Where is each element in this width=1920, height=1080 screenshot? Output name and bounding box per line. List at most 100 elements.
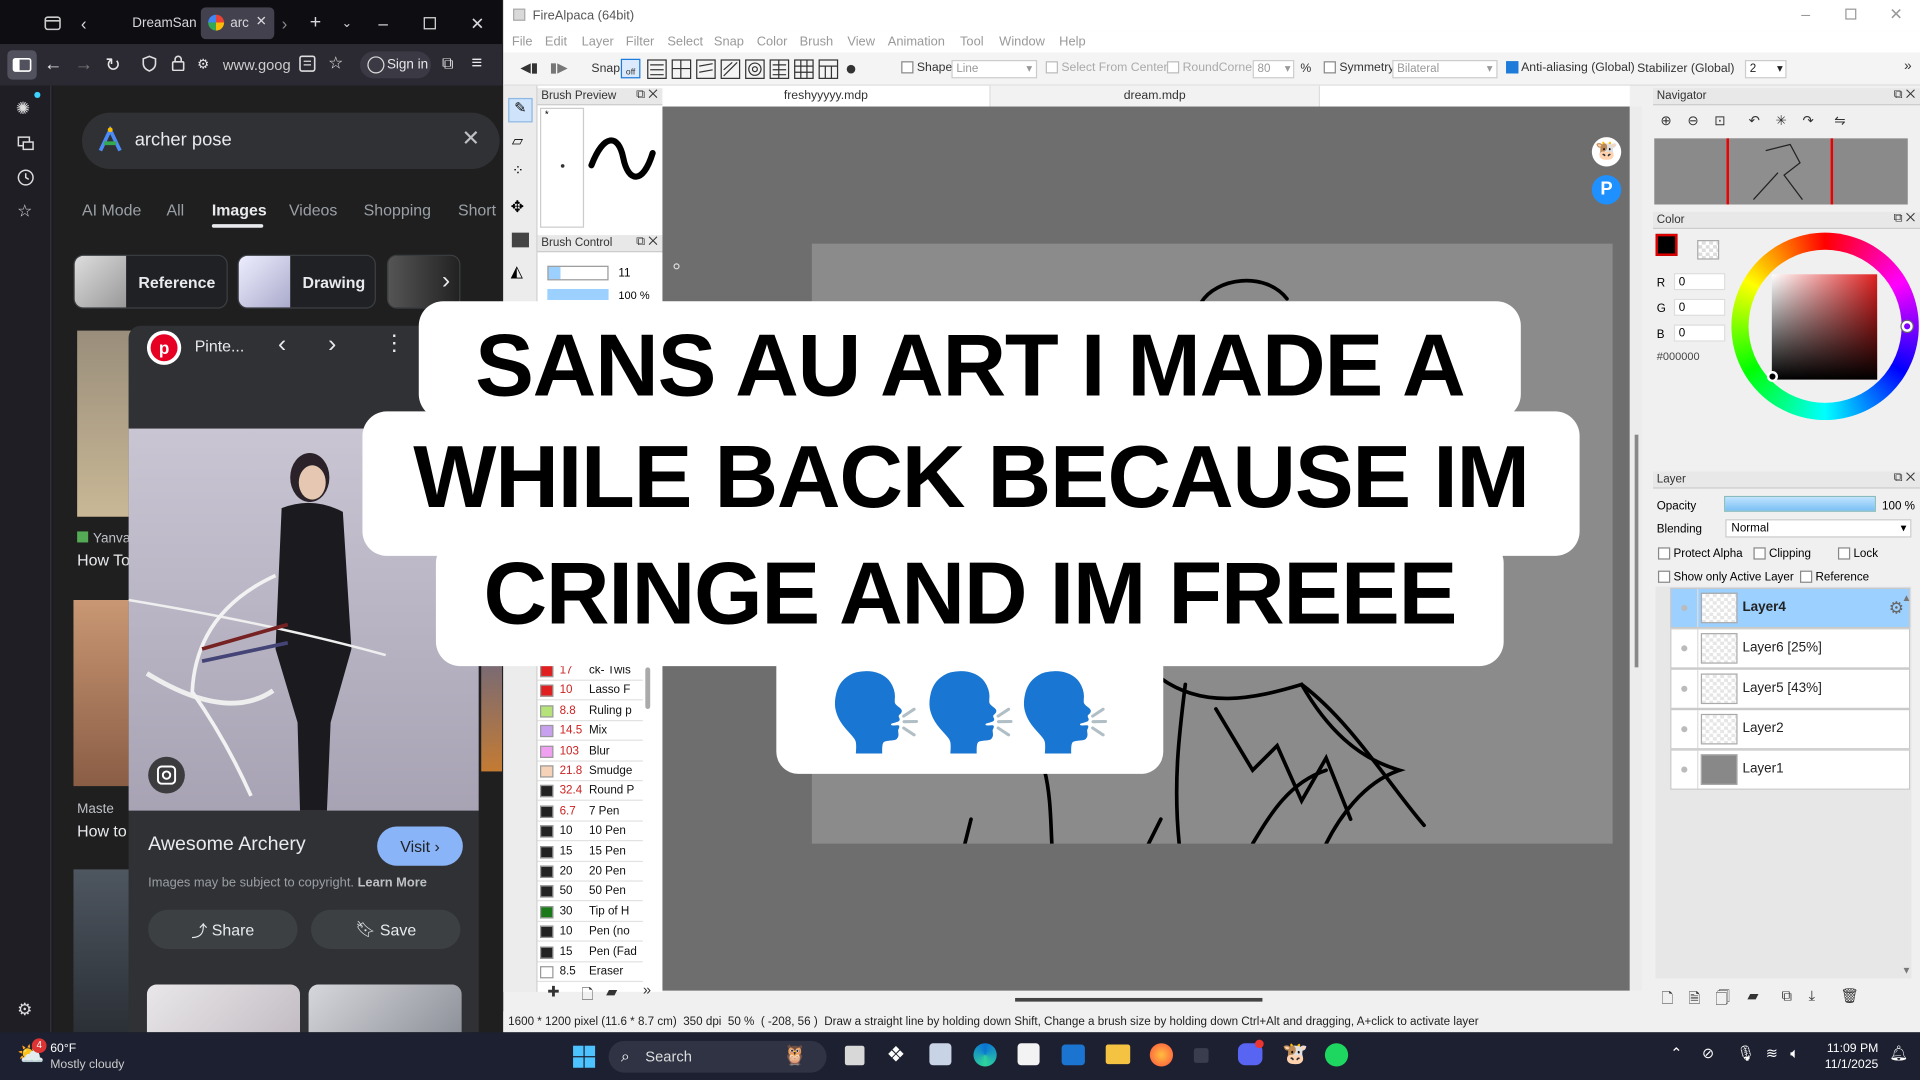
undo-icon[interactable]: ◀▮ — [520, 60, 538, 76]
doc-tab-freshyyyyy[interactable]: freshyyyyy.mdp — [662, 86, 989, 107]
menu-edit[interactable]: Edit — [545, 34, 567, 49]
merge-down-icon[interactable]: ⤓ — [1809, 987, 1816, 1005]
reload-icon[interactable]: ↻ — [105, 54, 120, 76]
snap-off-icon[interactable]: off — [620, 58, 641, 79]
menu-snap[interactable]: Snap — [714, 34, 744, 49]
brush-item[interactable]: 15 15 Pen — [537, 842, 643, 862]
close-panel-icon[interactable]: ⧉ ✕ — [1894, 88, 1915, 101]
spotify-icon[interactable] — [1324, 1043, 1349, 1067]
doc-tab-dream[interactable]: dream.mdp — [989, 85, 1320, 107]
tab-shopping[interactable]: Shopping — [364, 201, 431, 219]
dot-tool-icon[interactable]: ⁘ — [512, 162, 524, 179]
minimize-icon[interactable]: – — [378, 7, 388, 39]
tab-images[interactable]: Images — [212, 201, 267, 219]
weather-description[interactable]: Mostly cloudy — [50, 1058, 124, 1071]
more-options-icon[interactable]: ⋮ — [383, 331, 405, 357]
menu-view[interactable]: View — [847, 34, 875, 49]
navigator-viewport[interactable] — [1726, 138, 1834, 205]
blue-value-field[interactable]: 0 — [1673, 324, 1726, 342]
back-arrow-icon[interactable]: ← — [44, 54, 62, 75]
brush-item[interactable]: 8.8 Ruling p — [537, 701, 643, 721]
share-button[interactable]: ⤴ Share — [148, 909, 298, 949]
snap-mode-icons[interactable] — [647, 59, 867, 80]
menu-file[interactable]: File — [512, 34, 533, 49]
url-field[interactable]: www.goog — [223, 56, 291, 73]
close-window-icon[interactable]: ✕ — [1889, 5, 1902, 25]
result-title[interactable]: How to — [77, 822, 127, 840]
brush-item[interactable]: 14.5 Mix — [537, 721, 643, 742]
shield-icon[interactable] — [142, 55, 157, 72]
synced-tabs-icon[interactable] — [17, 135, 34, 152]
tab-all[interactable]: All — [167, 201, 185, 219]
brush-item[interactable]: 10 Pen (no — [537, 922, 643, 942]
maximize-icon[interactable] — [423, 7, 436, 39]
stabilizer-dropdown[interactable]: 2 ▾ — [1744, 60, 1787, 79]
chips-next-chevron-icon[interactable]: › — [442, 267, 450, 295]
brush-size-slider[interactable] — [547, 265, 609, 281]
brush-item[interactable]: 103 Blur — [537, 742, 643, 762]
tab-archer-pose[interactable]: arc ✕ — [200, 7, 275, 40]
tab-close-icon[interactable]: ✕ — [256, 13, 267, 30]
zoom-out-icon[interactable]: ⊖ — [1687, 113, 1698, 129]
round-corner-value[interactable]: 80 ▾ — [1252, 60, 1295, 79]
brush-item[interactable]: 15 Pen (Fad — [537, 942, 643, 962]
new-folder-icon[interactable]: ▰ — [1747, 987, 1758, 1004]
brush-item[interactable]: 21.8 Smudge — [537, 762, 643, 782]
brush-item[interactable]: 10 10 Pen — [537, 822, 643, 842]
shape-dropdown[interactable]: Line ▾ — [951, 60, 1038, 79]
reference-checkbox[interactable]: Reference — [1800, 571, 1869, 584]
clear-search-icon[interactable]: ✕ — [462, 126, 480, 152]
protect-alpha-checkbox[interactable]: Protect Alpha — [1657, 547, 1743, 561]
toolbar-overflow-icon[interactable]: » — [1904, 59, 1912, 74]
result-image[interactable] — [73, 600, 130, 787]
new-tab-icon[interactable]: + — [310, 7, 321, 39]
camera-off-icon[interactable]: ⊘ — [1702, 1044, 1714, 1061]
new-brush-file-icon[interactable]: 🗋 — [582, 983, 594, 1009]
close-window-icon[interactable]: ✕ — [470, 7, 484, 39]
horizontal-scrollbar[interactable] — [1015, 997, 1263, 1002]
task-view-icon[interactable] — [844, 1045, 865, 1066]
windows-start-icon[interactable] — [572, 1044, 596, 1068]
eraser-tool-icon[interactable]: ▱ — [512, 132, 523, 149]
hidden-app-icon[interactable] — [1193, 1048, 1209, 1063]
microphone-icon[interactable]: 🎙︎ — [1736, 1044, 1755, 1061]
store-icon[interactable] — [1017, 1043, 1040, 1066]
red-value-field[interactable]: 0 — [1673, 273, 1726, 291]
reader-view-icon[interactable] — [299, 55, 316, 72]
layer-visibility-icon[interactable] — [1671, 588, 1699, 627]
file-explorer-icon[interactable] — [1105, 1044, 1131, 1065]
anti-aliasing-checkbox[interactable]: Anti-aliasing (Global) — [1506, 61, 1635, 75]
show-only-active-checkbox[interactable]: Show only Active Layer — [1657, 571, 1794, 584]
maximize-icon[interactable] — [1845, 8, 1857, 20]
sidebar-toggle-icon[interactable] — [7, 50, 37, 80]
clipping-checkbox[interactable]: Clipping — [1753, 547, 1811, 561]
firefox-icon[interactable] — [1149, 1043, 1174, 1067]
symmetry-checkbox[interactable]: Symmetry — [1323, 61, 1394, 75]
layer-row[interactable]: Layer1 — [1670, 749, 1911, 790]
rotate-reset-icon[interactable]: ✳ — [1776, 113, 1787, 129]
menu-animation[interactable]: Animation — [888, 34, 945, 49]
copilot-icon[interactable]: ❖ — [887, 1043, 906, 1067]
firealpaca-taskbar-icon[interactable]: 🐮 — [1282, 1042, 1308, 1066]
clock-time[interactable]: 11:09 PM — [1824, 1042, 1879, 1055]
brush-item[interactable]: 10 Lasso F — [537, 681, 643, 701]
save-button[interactable]: 🔖︎ Save — [311, 909, 461, 949]
move-tool-icon[interactable]: ✥ — [511, 197, 524, 217]
menu-select[interactable]: Select — [667, 34, 703, 49]
close-panel-icon[interactable]: ⧉ ✕ — [1894, 471, 1915, 484]
snipping-tool-icon[interactable] — [929, 1043, 952, 1066]
rotate-right-icon[interactable]: ↷ — [1802, 113, 1813, 129]
tracking-icon[interactable]: ⚙ — [197, 56, 209, 73]
duplicate-layer-icon[interactable]: ⧉ — [1782, 987, 1793, 1005]
ai-chat-icon[interactable]: ✺ — [16, 98, 30, 119]
new-8bit-layer-icon[interactable]: 🗎 — [1689, 987, 1701, 1013]
lock-icon[interactable] — [171, 55, 185, 72]
close-panel-icon[interactable]: ⧉ ✕ — [636, 88, 657, 101]
close-panel-icon[interactable]: ⧉ ✕ — [1894, 212, 1915, 225]
search-query-text[interactable]: archer pose — [135, 130, 232, 151]
brush-overflow-icon[interactable]: » — [643, 981, 651, 998]
tab-overflow-chevron-icon[interactable]: ⌄ — [342, 7, 352, 39]
zoom-in-icon[interactable]: ⊕ — [1660, 113, 1671, 129]
notifications-bell-icon[interactable]: 🔔︎ — [1889, 1044, 1908, 1061]
vertical-scrollbar[interactable] — [1634, 434, 1639, 668]
